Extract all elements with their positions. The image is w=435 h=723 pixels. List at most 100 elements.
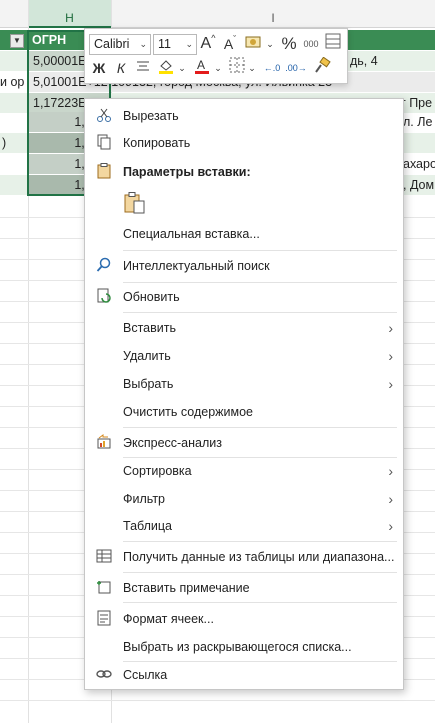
menu-item-delete[interactable]: Удалить › [85,343,403,369]
chevron-right-icon: › [388,376,393,392]
menu-item-label: Ссылка [123,668,168,682]
font-size-value: 11 [158,37,171,51]
menu-item-insert-note[interactable]: Вставить примечание [85,575,403,601]
decrease-decimal-button[interactable]: .00→ [285,57,307,79]
menu-item-label: Получить данные из таблицы или диапазона… [123,550,395,564]
menu-separator [123,312,397,313]
column-header-g[interactable] [0,0,28,28]
cell-left[interactable]: ) [0,133,28,153]
cell-left[interactable]: и ор [0,72,28,92]
menu-item-get-data[interactable]: Получить данные из таблицы или диапазона… [85,544,403,570]
menu-item-label: Вставить примечание [123,581,250,595]
menu-item-label: Параметры вставки: [123,165,251,179]
menu-item-cut[interactable]: Вырезать [85,103,403,129]
number-format-button[interactable] [243,33,265,55]
decrease-font-size-button[interactable]: Aˇ [221,33,239,55]
menu-item-table[interactable]: Таблица › [85,513,403,539]
italic-button[interactable]: К [111,57,131,79]
paste-option-button[interactable] [123,191,147,215]
menu-item-smart-lookup[interactable]: Интеллектуальный поиск [85,253,403,279]
cell-address[interactable]: дь, 4 [347,51,435,71]
menu-item-paste-special[interactable]: Специальная вставка... [85,221,403,247]
chevron-down-icon[interactable]: ⌄ [247,57,257,79]
search-icon [95,257,113,275]
chevron-down-icon: ⌄ [185,39,193,49]
fill-color-button[interactable] [155,57,177,79]
copy-icon [95,134,113,152]
chevron-down-icon[interactable]: ⌄ [177,57,187,79]
chevron-right-icon: › [388,320,393,336]
percent-style-button[interactable]: % [279,33,299,55]
paste-clipboard-icon [124,192,145,214]
cell-address[interactable]: л. Ле [403,112,435,132]
bold-button[interactable]: Ж [89,57,109,79]
chevron-right-icon: › [388,348,393,364]
font-name-value: Calibri [94,37,130,51]
borders-icon [229,57,245,73]
chevron-down-icon[interactable]: ⌄ [265,33,275,55]
increase-font-size-button[interactable]: A^ [199,33,217,55]
menu-item-format-cells[interactable]: Формат ячеек... [85,606,403,632]
chevron-right-icon: › [388,463,393,479]
font-color-button[interactable]: A [191,57,213,79]
menu-item-label: Обновить [123,290,180,304]
chevron-down-icon: ⌄ [139,39,147,49]
note-icon [95,579,113,597]
menu-item-label: Выбрать [123,377,174,391]
comma-style-button[interactable]: 000 [301,33,321,55]
format-painter-icon [315,56,331,73]
menu-item-sort[interactable]: Сортировка › [85,458,403,484]
menu-item-clear-contents[interactable]: Очистить содержимое [85,399,403,425]
menu-item-quick-analysis[interactable]: Экспресс-анализ [85,430,403,456]
menu-item-label: Очистить содержимое [123,405,253,419]
svg-text:A: A [197,58,205,72]
format-painter-button[interactable] [311,56,333,79]
mini-toolbar: Calibri ⌄ 11 ⌄ A^ Aˇ ⌄ % 000 Ж К ⌄ A ⌄ ⌄… [84,28,348,84]
increase-decimal-button[interactable]: ←.0 [261,57,283,79]
menu-item-label: Вставить [123,321,176,335]
menu-separator [123,282,397,283]
menu-item-label: Фильтр [123,492,165,506]
currency-format-icon [245,36,261,48]
menu-item-label: Вырезать [123,109,179,123]
menu-item-label: Таблица [123,519,173,533]
cell-address[interactable]: , Дом [403,175,435,195]
quick-analysis-icon [95,434,113,452]
menu-item-refresh[interactable]: Обновить [85,284,403,310]
menu-separator [123,250,397,251]
menu-item-filter[interactable]: Фильтр › [85,486,403,512]
menu-item-pick-from-list[interactable]: Выбрать из раскрывающегося списка... [85,634,403,660]
align-center-button[interactable] [133,57,153,79]
filter-dropdown-icon[interactable]: ▼ [10,34,24,48]
link-icon [95,666,113,684]
menu-item-label: Специальная вставка... [123,227,260,241]
menu-item-label: Экспресс-анализ [123,436,222,450]
menu-item-select[interactable]: Выбрать › [85,371,403,397]
grow-font-icon: A [200,35,212,52]
menu-separator [123,572,397,573]
menu-item-label: Формат ячеек... [123,612,214,626]
align-center-icon [137,61,149,71]
cell-address[interactable]: т Пре [400,93,435,113]
chevron-right-icon: › [388,491,393,507]
font-name-dropdown[interactable]: Calibri ⌄ [89,34,151,55]
chevron-down-icon[interactable]: ⌄ [213,57,223,79]
refresh-icon [95,288,113,306]
paste-options-header: Параметры вставки: [85,159,403,185]
borders-button[interactable] [227,57,247,79]
menu-item-insert[interactable]: Вставить › [85,315,403,341]
font-size-dropdown[interactable]: 11 ⌄ [153,34,197,55]
column-header-i[interactable]: I [111,0,435,28]
font-color-icon: A [195,58,209,74]
column-header-h[interactable]: H [28,0,111,28]
clipboard-icon [95,163,113,181]
menu-item-link[interactable]: Ссылка [85,662,403,688]
fill-bucket-icon [159,60,173,74]
menu-item-copy[interactable]: Копировать [85,130,403,156]
scissors-icon [95,107,113,125]
menu-item-label: Удалить [123,349,171,363]
table-grid-icon [325,33,341,49]
menu-item-label: Выбрать из раскрывающегося списка... [123,640,352,654]
cell-address[interactable]: ахаро [403,154,435,174]
format-table-button[interactable] [323,33,343,55]
